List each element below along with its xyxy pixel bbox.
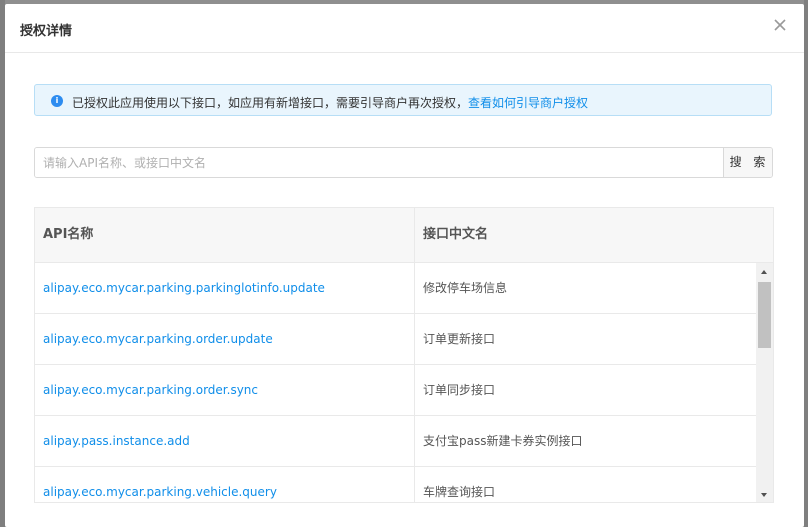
table-row: alipay.eco.mycar.parking.order.sync 订单同步… xyxy=(35,365,756,416)
api-chinese-name: 支付宝pass新建卡券实例接口 xyxy=(423,434,583,448)
scrollbar-thumb[interactable] xyxy=(758,282,771,348)
table-row: alipay.eco.mycar.parking.parkinglotinfo.… xyxy=(35,263,756,314)
table-body: alipay.eco.mycar.parking.parkinglotinfo.… xyxy=(35,263,756,502)
api-name-link[interactable]: alipay.eco.mycar.parking.order.sync xyxy=(43,365,258,415)
close-icon[interactable] xyxy=(772,17,788,33)
table-row: alipay.eco.mycar.parking.vehicle.query 车… xyxy=(35,467,756,502)
api-chinese-name: 订单更新接口 xyxy=(423,332,496,346)
api-table: API名称 接口中文名 alipay.eco.mycar.parking.par… xyxy=(34,207,774,503)
table-row: alipay.eco.mycar.parking.order.update 订单… xyxy=(35,314,756,365)
api-chinese-name: 修改停车场信息 xyxy=(423,281,508,295)
backdrop-right xyxy=(804,0,808,527)
scroll-up-arrow-icon[interactable] xyxy=(756,263,773,280)
api-name-link[interactable]: alipay.pass.instance.add xyxy=(43,416,190,466)
search-input[interactable] xyxy=(35,148,724,177)
api-name-link[interactable]: alipay.eco.mycar.parking.vehicle.query xyxy=(43,467,277,502)
api-chinese-name: 订单同步接口 xyxy=(423,383,496,397)
table-row: alipay.pass.instance.add 支付宝pass新建卡券实例接口 xyxy=(35,416,756,467)
table-scrollbar[interactable] xyxy=(756,263,773,502)
info-notice: i 已授权此应用使用以下接口，如应用有新增接口，需要引导商户再次授权，查看如何引… xyxy=(34,84,772,116)
api-name-link[interactable]: alipay.eco.mycar.parking.order.update xyxy=(43,314,273,364)
api-name-link[interactable]: alipay.eco.mycar.parking.parkinglotinfo.… xyxy=(43,263,325,313)
modal-title: 授权详情 xyxy=(20,24,73,39)
scroll-down-arrow-icon[interactable] xyxy=(756,486,773,502)
search-bar: 搜 索 xyxy=(34,147,773,178)
column-header-chinese-name: 接口中文名 xyxy=(423,227,489,242)
column-header-api-name: API名称 xyxy=(43,227,94,242)
search-button[interactable]: 搜 索 xyxy=(723,148,772,177)
authorization-details-modal: 授权详情 i 已授权此应用使用以下接口，如应用有新增接口，需要引导商户再次授权，… xyxy=(5,4,804,527)
how-to-guide-link[interactable]: 查看如何引导商户授权 xyxy=(468,96,588,110)
table-header: API名称 接口中文名 xyxy=(35,208,773,263)
notice-text: 已授权此应用使用以下接口，如应用有新增接口，需要引导商户再次授权，查看如何引导商… xyxy=(72,94,588,111)
modal-header: 授权详情 xyxy=(5,4,804,53)
info-icon: i xyxy=(51,95,63,107)
notice-message: 已授权此应用使用以下接口，如应用有新增接口，需要引导商户再次授权， xyxy=(72,96,469,110)
api-chinese-name: 车牌查询接口 xyxy=(423,485,496,499)
